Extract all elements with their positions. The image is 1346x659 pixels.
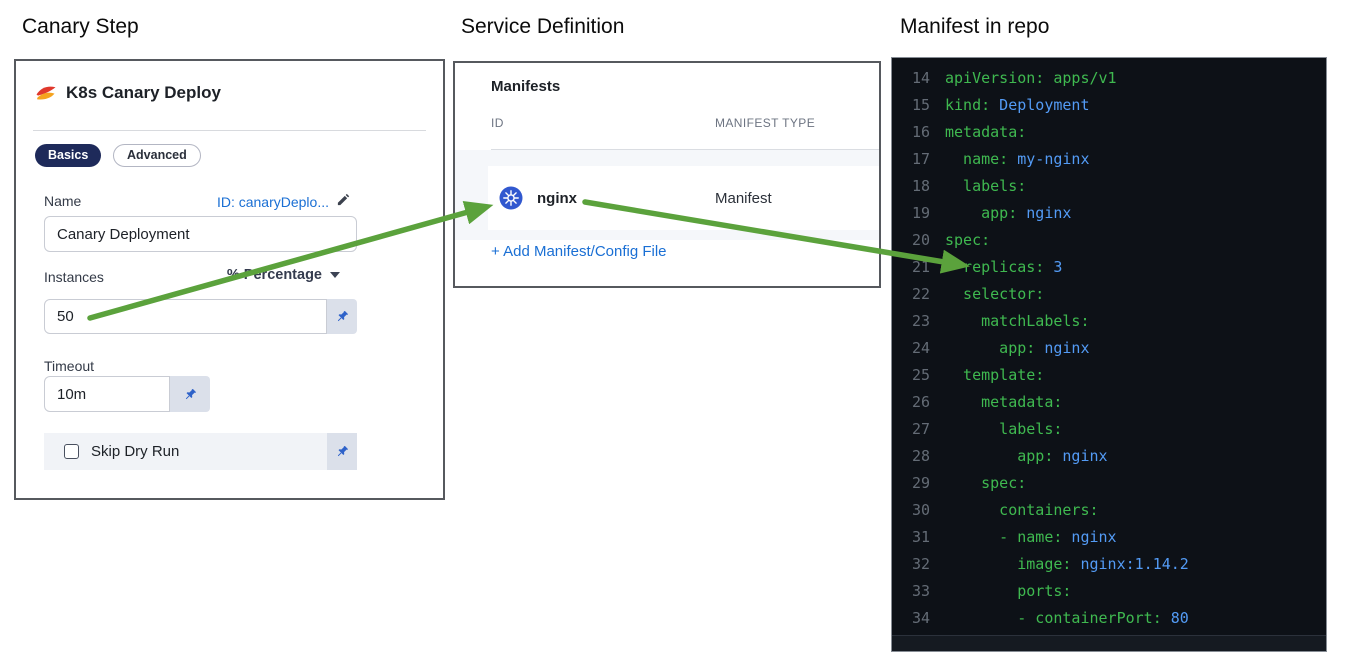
manifest-id: nginx	[537, 189, 577, 207]
heading-manifest-in-repo: Manifest in repo	[900, 15, 1050, 38]
instances-label: Instances	[44, 269, 104, 285]
code-line: 17 name: my-nginx	[911, 150, 1090, 168]
step-id-text: ID: canaryDeplo...	[216, 194, 329, 210]
skip-dry-run-row: Skip Dry Run	[44, 433, 357, 470]
code-line: 16 metadata:	[911, 123, 1027, 141]
skip-dry-run-pin-button[interactable]	[327, 433, 357, 470]
service-definition-panel: Manifests ID MANIFEST TYPE nginx Manifes…	[453, 61, 881, 288]
add-manifest-link[interactable]: + Add Manifest/Config File	[491, 243, 667, 260]
tab-basics[interactable]: Basics	[35, 144, 102, 167]
timeout-pin-button[interactable]	[170, 376, 210, 412]
edit-pencil-icon[interactable]	[336, 192, 351, 212]
code-line: 23 matchLabels:	[911, 312, 1090, 330]
code-line: 28 app: nginx	[911, 447, 1108, 465]
code-line: 19 app: nginx	[911, 204, 1072, 222]
code-line: 20 spec:	[911, 231, 991, 249]
skip-dry-run-checkbox[interactable]	[64, 444, 79, 459]
canary-step-panel: K8s Canary Deploy Basics Advanced Name I…	[14, 59, 445, 500]
canary-step-icon	[34, 81, 58, 105]
code-line: 14 apiVersion: apps/v1	[911, 69, 1117, 87]
step-title: K8s Canary Deploy	[66, 83, 221, 102]
code-line: 24 app: nginx	[911, 339, 1090, 357]
chevron-down-icon	[330, 272, 340, 278]
code-line: 26 metadata:	[911, 393, 1063, 411]
tab-advanced[interactable]: Advanced	[113, 144, 201, 167]
name-label: Name	[44, 193, 82, 209]
code-line: 21 replicas: 3	[911, 258, 1063, 276]
code-line: 34 - containerPort: 80	[911, 609, 1189, 627]
code-line: 15 kind: Deployment	[911, 96, 1090, 114]
timeout-label: Timeout	[44, 358, 95, 374]
code-line: 30 containers:	[911, 501, 1099, 519]
instances-input[interactable]	[44, 299, 327, 334]
column-header-id: ID	[491, 116, 504, 130]
timeout-input[interactable]	[44, 376, 170, 412]
code-line: 31 - name: nginx	[911, 528, 1117, 546]
skip-dry-run-label: Skip Dry Run	[91, 443, 180, 460]
code-scrollbar-track[interactable]	[892, 635, 1326, 651]
heading-canary-step: Canary Step	[22, 15, 139, 38]
manifest-row-nginx[interactable]: nginx Manifest	[488, 166, 879, 230]
instances-unit-value: % Percentage	[226, 267, 322, 283]
instances-pin-button[interactable]	[327, 299, 357, 334]
code-line: 22 selector:	[911, 285, 1045, 303]
name-input[interactable]	[44, 216, 357, 252]
code-line: 32 image: nginx:1.14.2	[911, 555, 1189, 573]
step-id-edit[interactable]: ID: canaryDeplo...	[217, 192, 351, 212]
instances-unit-select[interactable]: % Percentage	[227, 267, 340, 283]
header-divider	[33, 130, 426, 131]
manifest-code-editor[interactable]: 14 apiVersion: apps/v1 15 kind: Deployment 1…	[891, 57, 1327, 652]
column-header-manifest-type: MANIFEST TYPE	[715, 116, 816, 130]
code-line: 25 template:	[911, 366, 1045, 384]
instances-field	[44, 299, 357, 334]
manifest-type: Manifest	[715, 189, 772, 207]
kubernetes-icon	[499, 186, 523, 210]
code-line: 27 labels:	[911, 420, 1063, 438]
timeout-field	[44, 376, 210, 412]
manifests-section-title: Manifests	[491, 78, 561, 95]
code-line: 29 spec:	[911, 474, 1027, 492]
code-line: 33 ports:	[911, 582, 1072, 600]
code-line: 18 labels:	[911, 177, 1027, 195]
heading-service-definition: Service Definition	[461, 15, 625, 38]
yaml-code: 14 apiVersion: apps/v1 15 kind: Deployment 1…	[892, 58, 1326, 632]
